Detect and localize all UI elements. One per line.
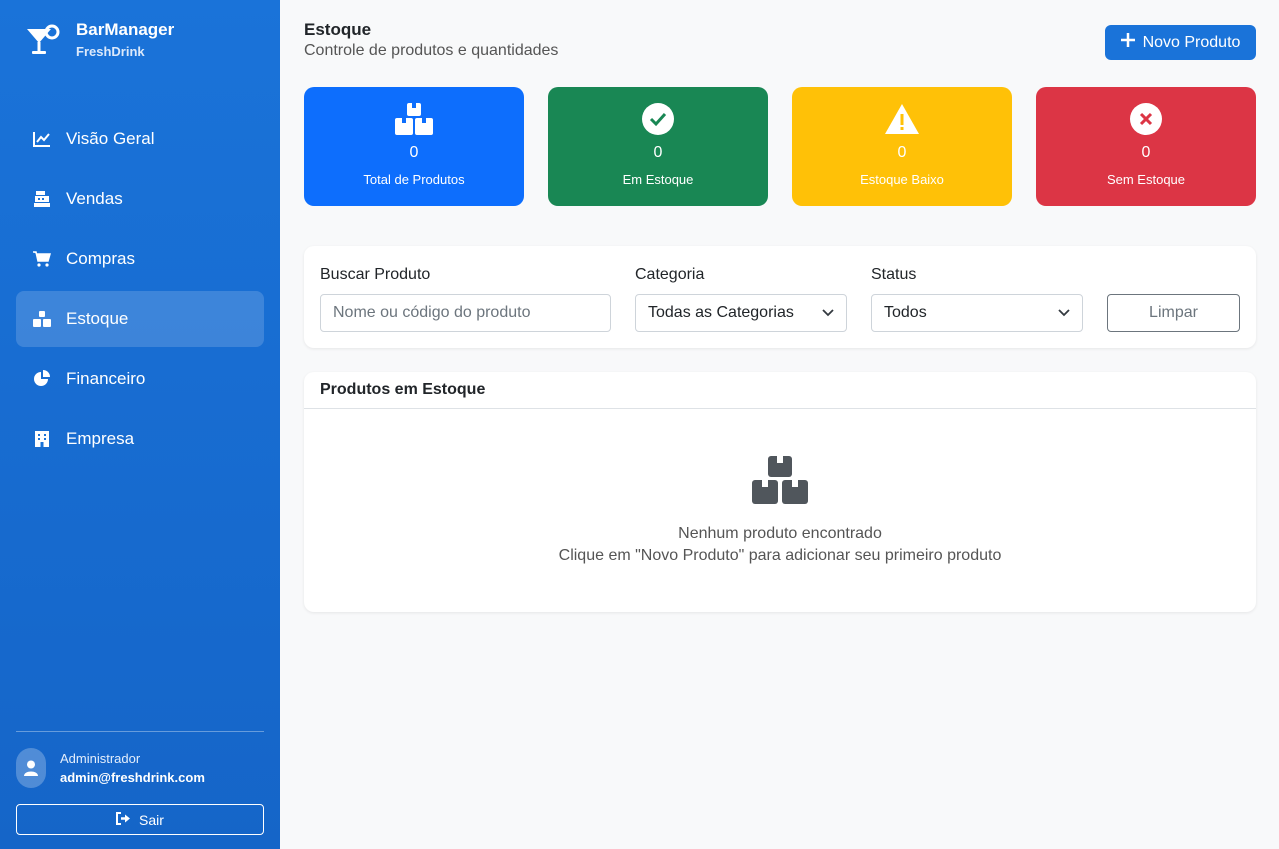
cash-register-icon <box>32 189 52 209</box>
stat-label: Estoque Baixo <box>860 172 944 187</box>
sidebar-item-estoque[interactable]: Estoque <box>16 291 264 347</box>
stats-cards: 0 Total de Produtos 0 Em Estoque 0 Estoq… <box>304 87 1256 206</box>
sidebar-item-visao-geral[interactable]: Visão Geral <box>16 111 264 167</box>
user-avatar-icon <box>16 748 46 788</box>
user-name: Administrador <box>60 751 141 766</box>
stat-label: Em Estoque <box>622 172 694 187</box>
category-label: Categoria <box>635 266 705 283</box>
category-select[interactable]: Todas as Categorias <box>635 294 847 332</box>
cocktail-icon <box>24 21 62 59</box>
sidebar-item-label: Compras <box>66 249 135 268</box>
x-circle-icon <box>1130 103 1162 135</box>
status-select[interactable]: Todos <box>871 294 1083 332</box>
stat-value: 0 <box>1141 144 1151 161</box>
stat-value: 0 <box>653 144 663 161</box>
chevron-down-icon <box>1058 304 1070 322</box>
empty-state-subtitle: Clique em "Novo Produto" para adicionar … <box>558 547 1002 564</box>
stat-label: Total de Produtos <box>363 172 465 187</box>
check-circle-icon <box>642 103 674 135</box>
brand-subtitle: FreshDrink <box>76 44 145 59</box>
user-info: Administrador admin@freshdrink.com <box>16 748 205 788</box>
sidebar-nav: Visão Geral Vendas Compras Estoque Finan… <box>16 111 264 471</box>
boxes-icon <box>395 103 433 135</box>
stat-label: Sem Estoque <box>1106 172 1186 187</box>
page-title: Estoque <box>304 20 372 39</box>
logout-button[interactable]: Sair <box>16 804 264 835</box>
sidebar-item-label: Vendas <box>66 189 123 208</box>
boxes-icon <box>752 456 808 509</box>
stat-card-total: 0 Total de Produtos <box>304 87 524 206</box>
building-icon <box>32 429 52 449</box>
sidebar-item-label: Financeiro <box>66 369 146 388</box>
stat-value: 0 <box>897 144 907 161</box>
sign-out-icon <box>116 811 131 828</box>
brand: BarManager FreshDrink <box>24 20 174 59</box>
search-input[interactable] <box>320 294 611 332</box>
sidebar-item-financeiro[interactable]: Financeiro <box>16 351 264 407</box>
sidebar: BarManager FreshDrink Visão Geral Vendas… <box>0 0 280 849</box>
products-table: Produtos em Estoque Nenhum produto encon… <box>304 372 1256 612</box>
status-select-value: Todos <box>884 304 927 321</box>
cart-icon <box>32 249 52 269</box>
warning-icon <box>885 103 919 135</box>
category-select-value: Todas as Categorias <box>648 304 794 321</box>
search-label: Buscar Produto <box>320 266 431 283</box>
new-product-button[interactable]: Novo Produto <box>1105 25 1256 60</box>
page-subtitle: Controle de produtos e quantidades <box>304 42 559 59</box>
sidebar-item-empresa[interactable]: Empresa <box>16 411 264 467</box>
stat-card-low-stock: 0 Estoque Baixo <box>792 87 1012 206</box>
empty-state-title: Nenhum produto encontrado <box>678 525 882 542</box>
plus-icon <box>1120 33 1135 52</box>
sidebar-item-compras[interactable]: Compras <box>16 231 264 287</box>
sidebar-item-vendas[interactable]: Vendas <box>16 171 264 227</box>
sidebar-item-label: Empresa <box>66 429 135 448</box>
empty-state: Nenhum produto encontrado Clique em "Nov… <box>304 456 1256 565</box>
products-table-title: Produtos em Estoque <box>304 372 1256 409</box>
new-product-label: Novo Produto <box>1142 33 1241 51</box>
sidebar-item-label: Visão Geral <box>66 129 155 148</box>
logout-label: Sair <box>139 811 164 828</box>
pie-chart-icon <box>32 369 52 389</box>
sidebar-item-label: Estoque <box>66 309 129 328</box>
boxes-icon <box>32 309 52 329</box>
clear-filters-button[interactable]: Limpar <box>1107 294 1240 332</box>
chart-line-icon <box>32 129 52 149</box>
sidebar-divider <box>16 731 264 732</box>
chevron-down-icon <box>822 304 834 322</box>
brand-title: BarManager <box>76 20 175 39</box>
stat-card-out-of-stock: 0 Sem Estoque <box>1036 87 1256 206</box>
user-email: admin@freshdrink.com <box>60 770 205 785</box>
stat-value: 0 <box>409 144 419 161</box>
stat-card-in-stock: 0 Em Estoque <box>548 87 768 206</box>
status-label: Status <box>871 266 917 283</box>
filter-panel: Buscar Produto Categoria Todas as Catego… <box>304 246 1256 348</box>
